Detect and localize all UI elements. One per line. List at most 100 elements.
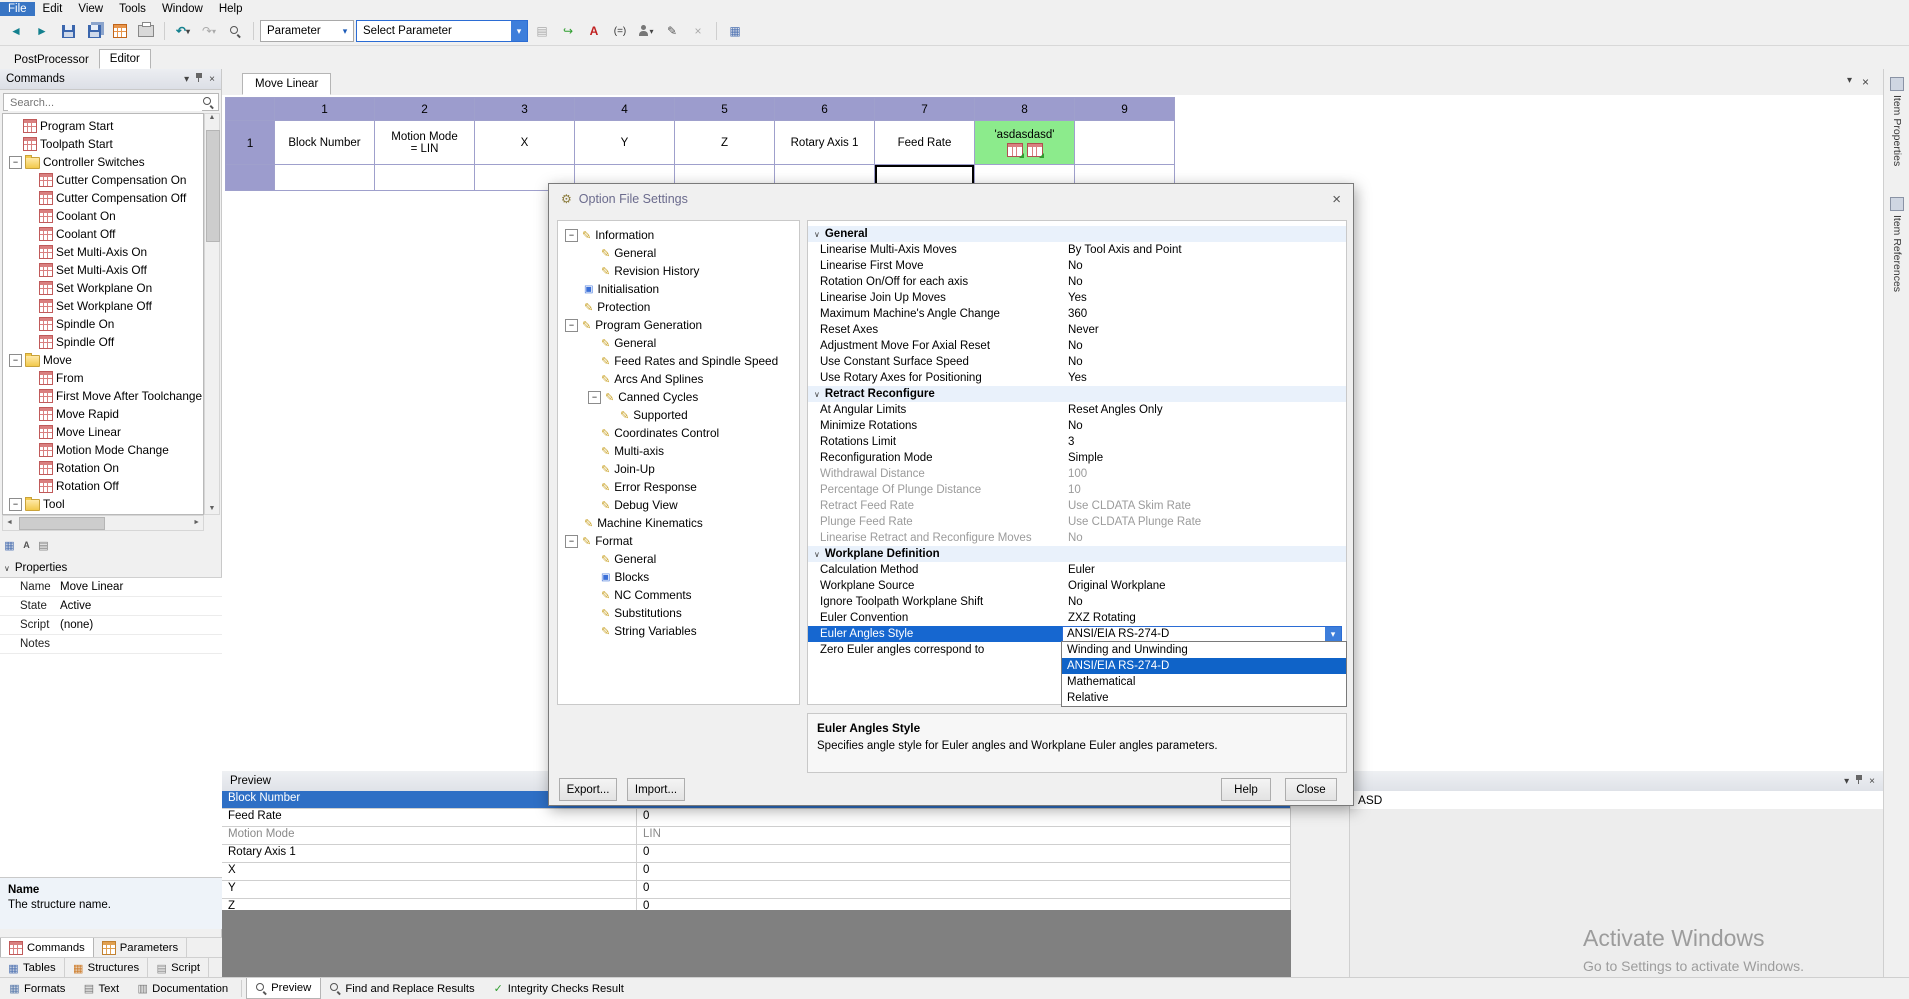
tab-text[interactable]: ▤ Text <box>74 978 128 999</box>
panel-menu-icon[interactable]: ▾ <box>1844 776 1849 787</box>
setting-row[interactable]: Linearise First Move No <box>808 258 1346 274</box>
close-document-icon[interactable]: × <box>1862 75 1869 89</box>
menu-help[interactable]: Help <box>211 2 251 16</box>
dropdown-option-winding-and-unwinding[interactable]: Winding and Unwinding <box>1062 642 1346 658</box>
table-view-button[interactable]: ▦ <box>723 20 747 42</box>
save-all-button[interactable] <box>82 20 106 42</box>
tab-list-dropdown-icon[interactable]: ▾ <box>1847 75 1852 89</box>
settings-tree-program-generation[interactable]: − ✎ Program Generation <box>558 316 799 334</box>
setting-value[interactable]: No <box>1062 420 1346 432</box>
select-parameter-combobox[interactable]: Select Parameter ▾ <box>356 20 528 42</box>
settings-tree-program-generation-general[interactable]: ✎ General <box>558 334 799 352</box>
setting-value[interactable]: Yes <box>1062 372 1346 384</box>
cell-text-block[interactable]: 'asdasdasd' <box>975 121 1075 165</box>
tree-item-spindle-off[interactable]: Spindle Off <box>3 333 203 351</box>
document-tab-move-linear[interactable]: Move Linear <box>242 73 332 95</box>
close-button[interactable]: Close <box>1285 778 1337 801</box>
settings-tree-coordinates-control[interactable]: ✎ Coordinates Control <box>558 424 799 442</box>
property-row-script[interactable]: Script (none) <box>0 616 222 635</box>
tree-item-controller-switches[interactable]: − Controller Switches <box>3 153 203 171</box>
assignment-button[interactable]: (=) <box>608 20 632 42</box>
table-insert-icon[interactable] <box>1006 142 1024 158</box>
pin-icon[interactable] <box>1855 774 1863 788</box>
forward-icon[interactable]: ► <box>30 20 54 42</box>
tree-item-rotation-off[interactable]: Rotation Off <box>3 477 203 495</box>
dropdown-option-mathematical[interactable]: Mathematical <box>1062 674 1346 690</box>
setting-value[interactable]: Never <box>1062 324 1346 336</box>
property-row-notes[interactable]: Notes <box>0 635 222 654</box>
categorized-view-icon[interactable]: ▦ <box>4 540 15 552</box>
setting-value[interactable]: Reset Angles Only <box>1062 404 1346 416</box>
settings-tree-multi-axis[interactable]: ✎ Multi-axis <box>558 442 799 460</box>
settings-tree-supported[interactable]: ✎ Supported <box>558 406 799 424</box>
commands-vertical-scrollbar[interactable]: ▲ ▼ <box>204 113 220 515</box>
insert-parameter-button[interactable]: ↪ <box>556 20 580 42</box>
dropdown-option-ansi-eia-rs-274-d[interactable]: ANSI/EIA RS-274-D <box>1062 658 1346 674</box>
cell-empty[interactable] <box>275 165 375 191</box>
import-button[interactable]: Import... <box>627 778 685 801</box>
property-value[interactable]: (none) <box>56 619 222 631</box>
table-insert-icon[interactable] <box>1026 142 1044 158</box>
pin-icon[interactable] <box>195 72 203 86</box>
cell-y[interactable]: Y <box>575 121 675 165</box>
scroll-down-icon[interactable]: ▼ <box>205 505 219 512</box>
redo-button[interactable]: ↷ ▾ <box>197 20 221 42</box>
edit-button[interactable]: ✎ <box>660 20 684 42</box>
tree-item-cutter-compensation-on[interactable]: Cutter Compensation On <box>3 171 203 189</box>
setting-value[interactable]: Yes <box>1062 292 1346 304</box>
setting-row[interactable]: Rotation On/Off for each axis No <box>808 274 1346 290</box>
setting-value[interactable]: No <box>1062 276 1346 288</box>
tree-item-move-rapid[interactable]: Move Rapid <box>3 405 203 423</box>
collapse-icon[interactable]: − <box>9 155 22 169</box>
delete-button[interactable]: × <box>686 20 710 42</box>
close-icon[interactable]: × <box>209 74 215 85</box>
row-header[interactable]: 1 <box>226 121 275 165</box>
collapse-icon[interactable]: − <box>9 353 22 367</box>
cell-rotary-axis-1[interactable]: Rotary Axis 1 <box>775 121 875 165</box>
settings-tree-nc-comments[interactable]: ✎ NC Comments <box>558 586 799 604</box>
commands-search-input[interactable] <box>8 95 202 111</box>
filter-view-icon[interactable]: ▤ <box>38 540 49 552</box>
setting-value[interactable]: No <box>1062 356 1346 368</box>
menu-edit[interactable]: Edit <box>35 2 71 16</box>
dialog-title-bar[interactable]: ⚙ Option File Settings × <box>549 184 1353 214</box>
tab-documentation[interactable]: ▥ Documentation <box>128 978 237 999</box>
scroll-up-icon[interactable]: ▲ <box>205 114 219 121</box>
setting-value[interactable]: 3 <box>1062 436 1346 448</box>
property-row-state[interactable]: State Active <box>0 597 222 616</box>
dropdown-option-relative[interactable]: Relative <box>1062 690 1346 706</box>
settings-tree-information-general[interactable]: ✎ General <box>558 244 799 262</box>
preview-splitter[interactable] <box>1291 791 1349 977</box>
euler-angles-style-combobox[interactable]: ANSI/EIA RS-274-D ▾ <box>1062 625 1342 643</box>
tab-formats[interactable]: ▦ Formats <box>0 978 74 999</box>
collapse-chevron-icon[interactable]: ∨ <box>4 564 10 573</box>
column-header[interactable]: 9 <box>1075 98 1175 121</box>
setting-row[interactable]: Workplane Source Original Workplane <box>808 578 1346 594</box>
tree-item-spindle-on[interactable]: Spindle On <box>3 315 203 333</box>
setting-row[interactable]: Rotations Limit 3 <box>808 434 1346 450</box>
settings-tree-protection[interactable]: ✎ Protection <box>558 298 799 316</box>
setting-value[interactable]: No <box>1062 596 1346 608</box>
settings-tree-initialisation[interactable]: ▣ Initialisation <box>558 280 799 298</box>
settings-tree-string-variables[interactable]: ✎ String Variables <box>558 622 799 640</box>
tree-item-coolant-on[interactable]: Coolant On <box>3 207 203 225</box>
setting-row[interactable]: Linearise Join Up Moves Yes <box>808 290 1346 306</box>
cell-z[interactable]: Z <box>675 121 775 165</box>
setting-value[interactable]: Euler <box>1062 564 1346 576</box>
collapse-icon[interactable]: − <box>565 228 578 242</box>
tree-item-set-multi-axis-off[interactable]: Set Multi-Axis Off <box>3 261 203 279</box>
collapse-icon[interactable]: − <box>588 390 601 404</box>
menu-tools[interactable]: Tools <box>111 2 154 16</box>
find-button[interactable] <box>223 20 247 42</box>
preview-row-y[interactable]: Y 0 <box>222 881 1290 899</box>
property-value[interactable]: Active <box>56 600 222 612</box>
setting-row[interactable]: Euler Convention ZXZ Rotating <box>808 610 1346 626</box>
setting-row[interactable]: Reset Axes Never <box>808 322 1346 338</box>
tree-item-set-multi-axis-on[interactable]: Set Multi-Axis On <box>3 243 203 261</box>
parameter-combobox[interactable]: Parameter ▾ <box>260 20 354 42</box>
setting-row[interactable]: Minimize Rotations No <box>808 418 1346 434</box>
tab-preview[interactable]: Preview <box>246 978 322 999</box>
setting-value[interactable]: By Tool Axis and Point <box>1062 244 1346 256</box>
dialog-close-icon[interactable]: × <box>1332 191 1341 208</box>
menu-view[interactable]: View <box>70 2 111 16</box>
